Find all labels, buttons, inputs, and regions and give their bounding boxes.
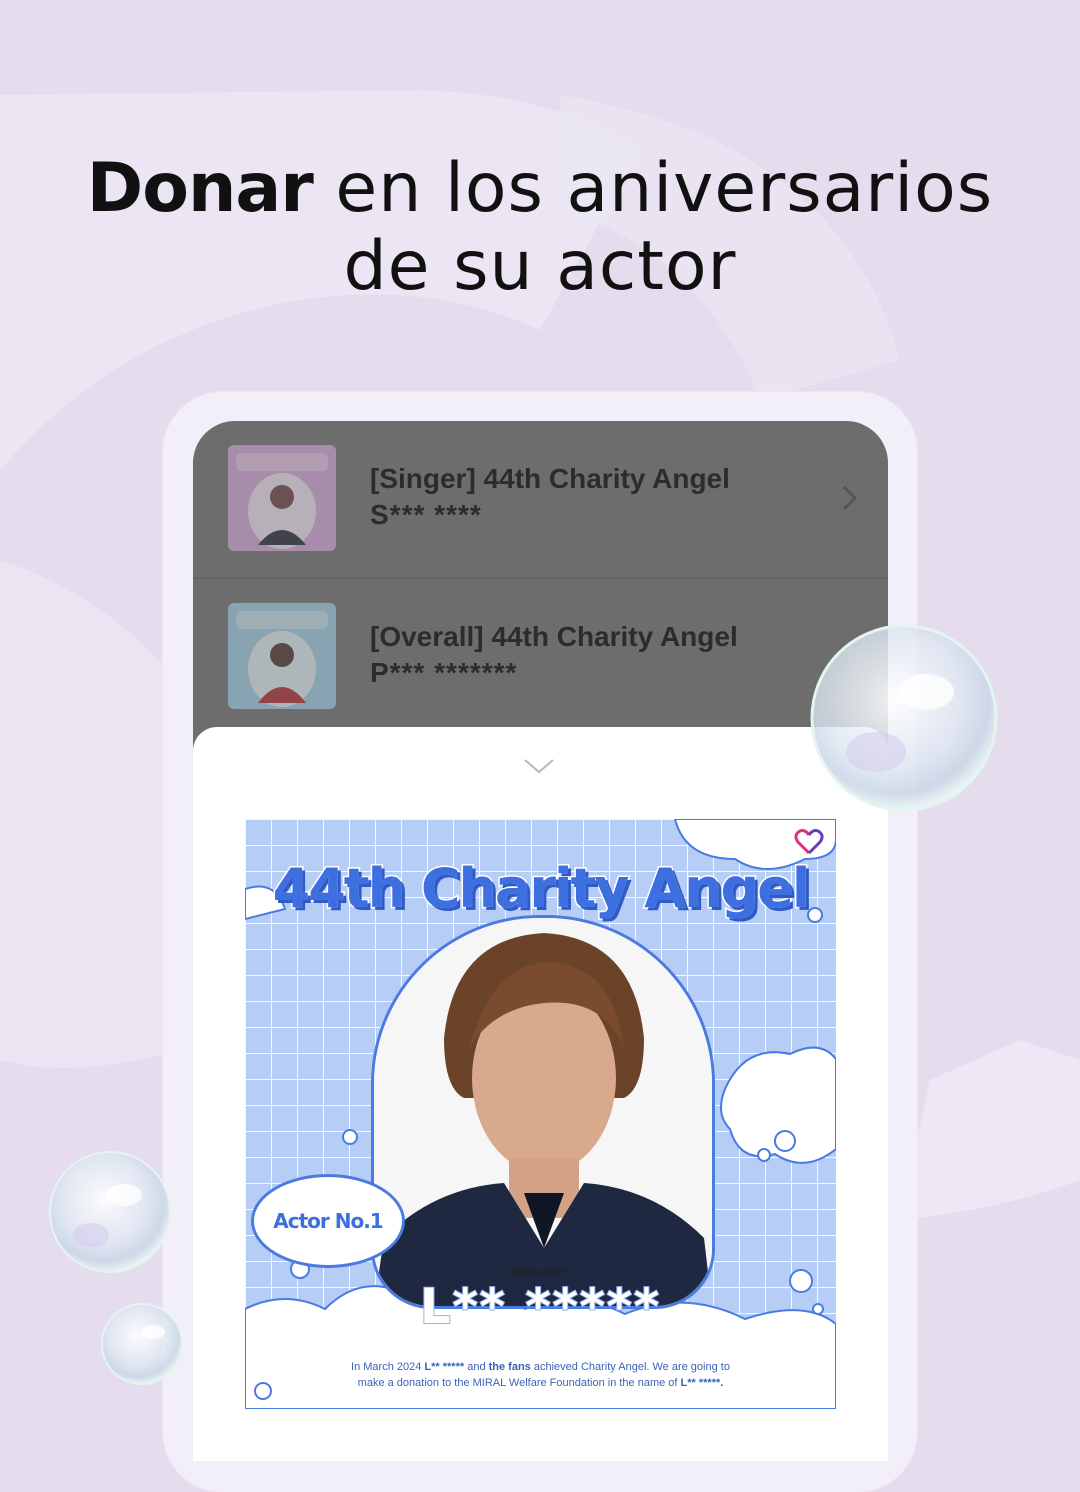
headline-line1-rest: en los aniversarios bbox=[312, 149, 994, 228]
heart-logo-icon bbox=[794, 829, 824, 855]
donation-note: In March 2024 L** ***** and the fans ach… bbox=[325, 1359, 756, 1391]
chevron-down-icon[interactable] bbox=[523, 757, 555, 775]
note-fans: the fans bbox=[488, 1361, 531, 1373]
list-item[interactable]: [Singer] 44th Charity Angel S*** **** bbox=[193, 421, 888, 579]
charity-angel-thumbnail bbox=[228, 603, 336, 709]
charity-angel-thumbnail bbox=[228, 445, 336, 551]
headline-line1: Donar en los aniversarios bbox=[0, 150, 1080, 228]
note-text: make a donation to the MIRAL Welfare Fou… bbox=[357, 1377, 681, 1389]
charity-angel-card: 44th Charity Angel Actor No.1 Namooactor… bbox=[245, 819, 836, 1409]
bubble-decoration bbox=[49, 1151, 171, 1273]
note-actor-name: L** ***** bbox=[424, 1361, 465, 1373]
list-item-title: [Overall] 44th Charity Angel bbox=[370, 621, 738, 652]
list-item[interactable]: [Overall] 44th Charity Angel P*** ******… bbox=[193, 579, 888, 735]
actor-masked-name: L** ***** bbox=[419, 1278, 661, 1336]
note-actor-name: L** *****. bbox=[680, 1377, 724, 1389]
headline-line2: de su actor bbox=[343, 227, 737, 306]
list-item-name: S*** **** bbox=[370, 499, 482, 530]
note-text: achieved Charity Angel. We are going to bbox=[530, 1361, 730, 1373]
actor-photo bbox=[371, 915, 715, 1309]
chevron-right-icon bbox=[842, 485, 858, 511]
headline-bold-word: Donar bbox=[86, 149, 314, 228]
actor-rank-badge: Actor No.1 bbox=[251, 1174, 405, 1268]
agency-label: Namooactors bbox=[507, 1266, 574, 1278]
list-item-name: P*** ******* bbox=[370, 657, 518, 688]
bottom-sheet: 44th Charity Angel Actor No.1 Namooactor… bbox=[193, 727, 888, 1461]
app-screen: [Singer] 44th Charity Angel S*** **** [O… bbox=[193, 421, 888, 1461]
list-item-title: [Singer] 44th Charity Angel bbox=[370, 463, 730, 494]
card-title: 44th Charity Angel bbox=[271, 856, 812, 922]
note-text: In March 2024 bbox=[351, 1361, 425, 1373]
page-headline: Donar en los aniversarios de su actor bbox=[0, 150, 1080, 306]
note-text: and bbox=[464, 1361, 489, 1373]
